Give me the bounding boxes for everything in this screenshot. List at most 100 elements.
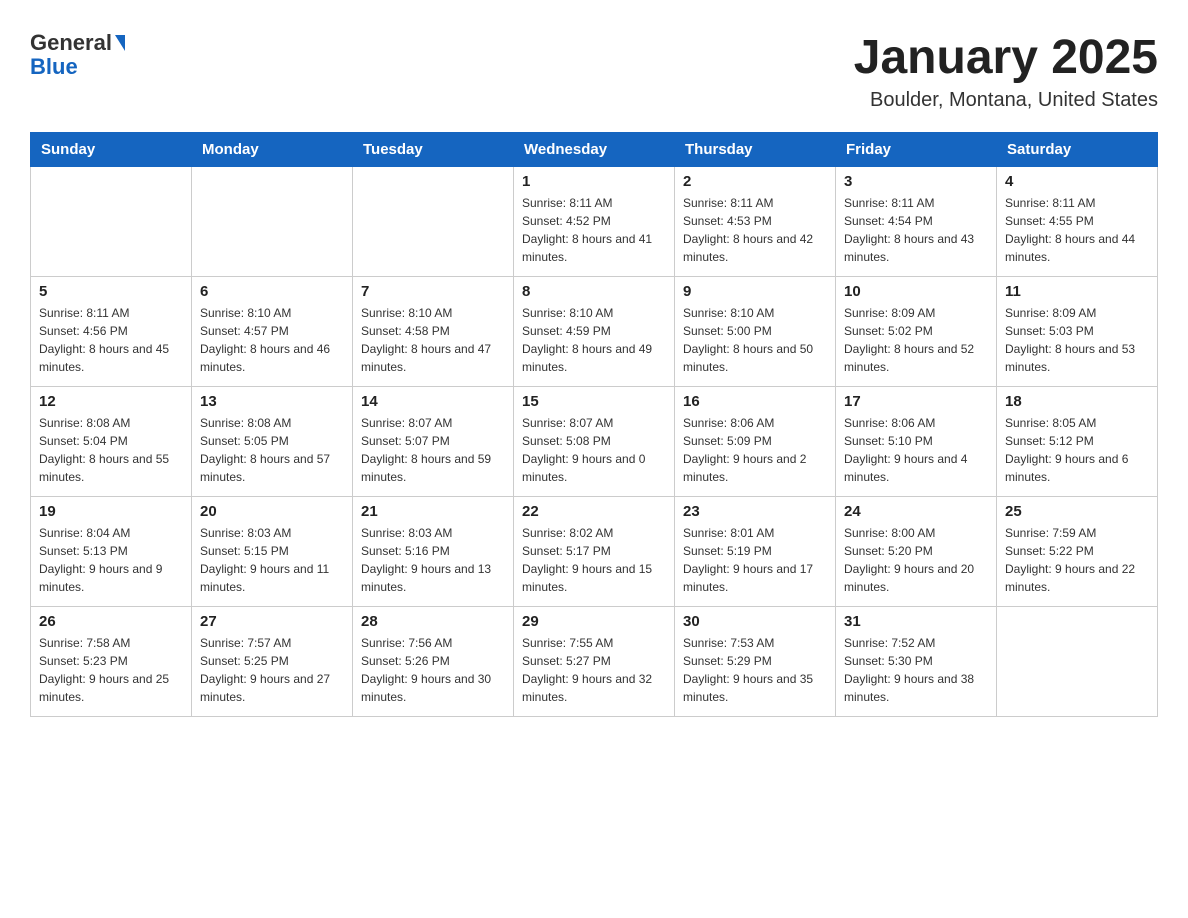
day-number: 4 bbox=[1005, 173, 1149, 190]
location-text: Boulder, Montana, United States bbox=[854, 89, 1158, 112]
day-number: 24 bbox=[844, 503, 988, 520]
day-number: 30 bbox=[683, 613, 827, 630]
day-header-friday: Friday bbox=[836, 133, 997, 167]
calendar-cell: 16 Sunrise: 8:06 AMSunset: 5:09 PMDayligh… bbox=[675, 387, 836, 497]
calendar-cell: 14 Sunrise: 8:07 AMSunset: 5:07 PMDayligh… bbox=[353, 387, 514, 497]
day-number: 17 bbox=[844, 393, 988, 410]
day-info: Sunrise: 8:10 AMSunset: 4:59 PMDaylight:… bbox=[522, 304, 666, 376]
day-number: 13 bbox=[200, 393, 344, 410]
calendar-header-row: SundayMondayTuesdayWednesdayThursdayFrid… bbox=[31, 133, 1158, 167]
day-number: 16 bbox=[683, 393, 827, 410]
page-header: General Blue January 2025 Boulder, Monta… bbox=[30, 30, 1158, 112]
day-number: 29 bbox=[522, 613, 666, 630]
day-info: Sunrise: 8:10 AMSunset: 5:00 PMDaylight:… bbox=[683, 304, 827, 376]
day-info: Sunrise: 8:05 AMSunset: 5:12 PMDaylight:… bbox=[1005, 414, 1149, 486]
calendar-cell: 13 Sunrise: 8:08 AMSunset: 5:05 PMDayligh… bbox=[192, 387, 353, 497]
calendar-cell bbox=[353, 167, 514, 277]
day-header-monday: Monday bbox=[192, 133, 353, 167]
day-header-sunday: Sunday bbox=[31, 133, 192, 167]
calendar-cell: 25Sunrise: 7:59 AMSunset: 5:22 PMDayligh… bbox=[997, 497, 1158, 607]
title-block: January 2025 Boulder, Montana, United St… bbox=[854, 30, 1158, 112]
calendar-cell: 20Sunrise: 8:03 AMSunset: 5:15 PMDayligh… bbox=[192, 497, 353, 607]
day-header-tuesday: Tuesday bbox=[353, 133, 514, 167]
day-number: 6 bbox=[200, 283, 344, 300]
calendar-cell: 31 Sunrise: 7:52 AMSunset: 5:30 PMDayligh… bbox=[836, 607, 997, 717]
day-info: Sunrise: 7:58 AMSunset: 5:23 PMDaylight:… bbox=[39, 634, 183, 706]
day-number: 9 bbox=[683, 283, 827, 300]
calendar-cell: 12 Sunrise: 8:08 AMSunset: 5:04 PMDayligh… bbox=[31, 387, 192, 497]
day-number: 7 bbox=[361, 283, 505, 300]
logo: General Blue bbox=[30, 30, 125, 80]
day-number: 12 bbox=[39, 393, 183, 410]
calendar-cell: 9 Sunrise: 8:10 AMSunset: 5:00 PMDaylight… bbox=[675, 277, 836, 387]
calendar-cell: 8 Sunrise: 8:10 AMSunset: 4:59 PMDaylight… bbox=[514, 277, 675, 387]
day-header-thursday: Thursday bbox=[675, 133, 836, 167]
calendar-cell: 10 Sunrise: 8:09 AMSunset: 5:02 PMDayligh… bbox=[836, 277, 997, 387]
month-title: January 2025 bbox=[854, 30, 1158, 85]
calendar-cell: 15Sunrise: 8:07 AMSunset: 5:08 PMDayligh… bbox=[514, 387, 675, 497]
calendar-cell: 5 Sunrise: 8:11 AMSunset: 4:56 PMDaylight… bbox=[31, 277, 192, 387]
calendar-cell bbox=[31, 167, 192, 277]
day-info: Sunrise: 8:01 AMSunset: 5:19 PMDaylight:… bbox=[683, 524, 827, 596]
day-info: Sunrise: 8:07 AMSunset: 5:08 PMDaylight:… bbox=[522, 414, 666, 486]
day-number: 10 bbox=[844, 283, 988, 300]
day-info: Sunrise: 8:06 AMSunset: 5:09 PMDaylight:… bbox=[683, 414, 827, 486]
calendar-cell: 6 Sunrise: 8:10 AMSunset: 4:57 PMDaylight… bbox=[192, 277, 353, 387]
day-number: 21 bbox=[361, 503, 505, 520]
day-number: 2 bbox=[683, 173, 827, 190]
day-number: 8 bbox=[522, 283, 666, 300]
calendar-cell: 2 Sunrise: 8:11 AMSunset: 4:53 PMDaylight… bbox=[675, 167, 836, 277]
logo-general-text: General bbox=[30, 30, 112, 56]
day-info: Sunrise: 8:08 AMSunset: 5:05 PMDaylight:… bbox=[200, 414, 344, 486]
day-number: 18 bbox=[1005, 393, 1149, 410]
day-info: Sunrise: 8:11 AMSunset: 4:52 PMDaylight:… bbox=[522, 194, 666, 266]
day-info: Sunrise: 8:11 AMSunset: 4:56 PMDaylight:… bbox=[39, 304, 183, 376]
calendar-week-row: 19 Sunrise: 8:04 AMSunset: 5:13 PMDayligh… bbox=[31, 497, 1158, 607]
day-info: Sunrise: 8:09 AMSunset: 5:02 PMDaylight:… bbox=[844, 304, 988, 376]
logo-blue-text: Blue bbox=[30, 54, 78, 80]
calendar-week-row: 12 Sunrise: 8:08 AMSunset: 5:04 PMDayligh… bbox=[31, 387, 1158, 497]
day-info: Sunrise: 7:55 AMSunset: 5:27 PMDaylight:… bbox=[522, 634, 666, 706]
day-info: Sunrise: 8:08 AMSunset: 5:04 PMDaylight:… bbox=[39, 414, 183, 486]
calendar-cell: 4Sunrise: 8:11 AMSunset: 4:55 PMDaylight… bbox=[997, 167, 1158, 277]
logo-arrow-icon bbox=[115, 35, 125, 51]
day-info: Sunrise: 8:10 AMSunset: 4:57 PMDaylight:… bbox=[200, 304, 344, 376]
day-number: 31 bbox=[844, 613, 988, 630]
day-info: Sunrise: 8:06 AMSunset: 5:10 PMDaylight:… bbox=[844, 414, 988, 486]
day-info: Sunrise: 8:09 AMSunset: 5:03 PMDaylight:… bbox=[1005, 304, 1149, 376]
day-number: 14 bbox=[361, 393, 505, 410]
calendar-cell: 18 Sunrise: 8:05 AMSunset: 5:12 PMDayligh… bbox=[997, 387, 1158, 497]
day-info: Sunrise: 8:07 AMSunset: 5:07 PMDaylight:… bbox=[361, 414, 505, 486]
day-info: Sunrise: 8:02 AMSunset: 5:17 PMDaylight:… bbox=[522, 524, 666, 596]
day-info: Sunrise: 8:03 AMSunset: 5:15 PMDaylight:… bbox=[200, 524, 344, 596]
calendar-cell: 29 Sunrise: 7:55 AMSunset: 5:27 PMDayligh… bbox=[514, 607, 675, 717]
day-number: 27 bbox=[200, 613, 344, 630]
calendar-cell: 3Sunrise: 8:11 AMSunset: 4:54 PMDaylight… bbox=[836, 167, 997, 277]
calendar-cell: 11Sunrise: 8:09 AMSunset: 5:03 PMDayligh… bbox=[997, 277, 1158, 387]
day-info: Sunrise: 8:03 AMSunset: 5:16 PMDaylight:… bbox=[361, 524, 505, 596]
day-info: Sunrise: 8:10 AMSunset: 4:58 PMDaylight:… bbox=[361, 304, 505, 376]
day-info: Sunrise: 8:11 AMSunset: 4:53 PMDaylight:… bbox=[683, 194, 827, 266]
calendar-week-row: 1 Sunrise: 8:11 AMSunset: 4:52 PMDaylight… bbox=[31, 167, 1158, 277]
calendar-cell: 19 Sunrise: 8:04 AMSunset: 5:13 PMDayligh… bbox=[31, 497, 192, 607]
calendar-cell: 23 Sunrise: 8:01 AMSunset: 5:19 PMDayligh… bbox=[675, 497, 836, 607]
day-info: Sunrise: 8:04 AMSunset: 5:13 PMDaylight:… bbox=[39, 524, 183, 596]
calendar-week-row: 5 Sunrise: 8:11 AMSunset: 4:56 PMDaylight… bbox=[31, 277, 1158, 387]
calendar-cell: 22Sunrise: 8:02 AMSunset: 5:17 PMDayligh… bbox=[514, 497, 675, 607]
calendar-cell: 24Sunrise: 8:00 AMSunset: 5:20 PMDayligh… bbox=[836, 497, 997, 607]
calendar-table: SundayMondayTuesdayWednesdayThursdayFrid… bbox=[30, 132, 1158, 717]
calendar-cell: 17 Sunrise: 8:06 AMSunset: 5:10 PMDayligh… bbox=[836, 387, 997, 497]
calendar-cell: 26Sunrise: 7:58 AMSunset: 5:23 PMDayligh… bbox=[31, 607, 192, 717]
calendar-cell: 7 Sunrise: 8:10 AMSunset: 4:58 PMDaylight… bbox=[353, 277, 514, 387]
day-number: 19 bbox=[39, 503, 183, 520]
day-number: 5 bbox=[39, 283, 183, 300]
day-number: 1 bbox=[522, 173, 666, 190]
calendar-cell: 1 Sunrise: 8:11 AMSunset: 4:52 PMDaylight… bbox=[514, 167, 675, 277]
calendar-cell bbox=[192, 167, 353, 277]
day-info: Sunrise: 7:52 AMSunset: 5:30 PMDaylight:… bbox=[844, 634, 988, 706]
day-number: 25 bbox=[1005, 503, 1149, 520]
calendar-cell: 27Sunrise: 7:57 AMSunset: 5:25 PMDayligh… bbox=[192, 607, 353, 717]
day-info: Sunrise: 8:11 AMSunset: 4:54 PMDaylight:… bbox=[844, 194, 988, 266]
calendar-cell: 28Sunrise: 7:56 AMSunset: 5:26 PMDayligh… bbox=[353, 607, 514, 717]
day-number: 23 bbox=[683, 503, 827, 520]
